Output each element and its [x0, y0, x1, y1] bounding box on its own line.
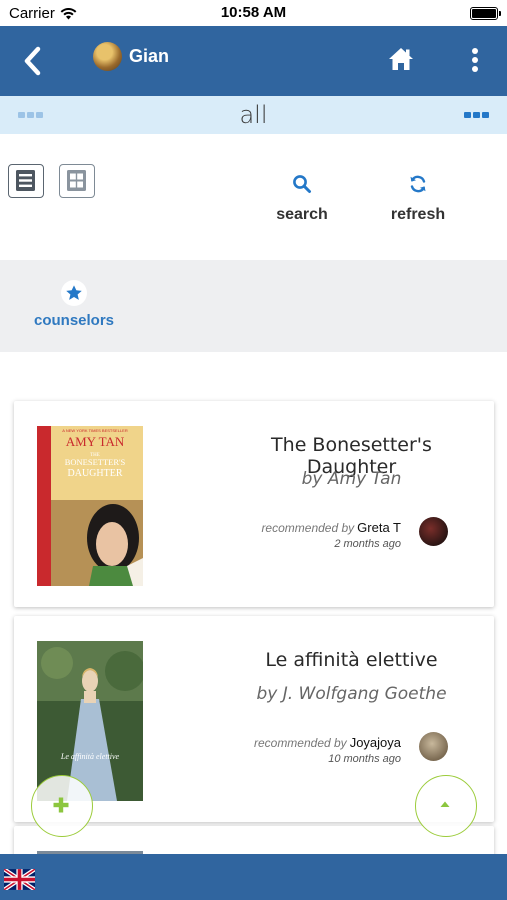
cover-text-title-2: DAUGHTER — [68, 468, 123, 479]
filter-more-icon[interactable] — [464, 112, 489, 118]
list-view-button[interactable] — [8, 164, 44, 198]
list-view-icon — [16, 170, 35, 191]
search-label: search — [276, 206, 328, 223]
uk-flag-icon — [2, 867, 37, 892]
recommender-name[interactable]: Greta T — [357, 520, 401, 535]
grid-view-button[interactable] — [59, 164, 95, 198]
refresh-label: refresh — [390, 206, 446, 223]
cover-text-title-1: BONESETTER'S — [65, 457, 126, 467]
recommendation-time: 2 months ago — [334, 538, 401, 550]
book-title[interactable]: Le affinità elettive — [229, 649, 474, 671]
toolbar: search refresh — [0, 134, 507, 260]
search-button[interactable]: search — [252, 174, 352, 224]
language-button[interactable] — [2, 867, 37, 892]
counselors-label: counselors — [33, 312, 115, 329]
recommender-name[interactable]: Joyajoya — [350, 735, 401, 750]
username: Gian — [129, 46, 170, 66]
recommendation: recommended by Joyajoya 10 months ago — [254, 735, 401, 765]
more-menu-button[interactable] — [467, 45, 483, 75]
bottom-bar — [0, 854, 507, 900]
filter-title[interactable]: all — [0, 101, 507, 129]
add-book-button[interactable] — [31, 775, 93, 837]
recommended-by-label: recommended by — [261, 521, 355, 535]
caret-up-icon — [440, 801, 449, 807]
book-card[interactable]: A NEW YORK TIMES BESTSELLER AMY TAN THE … — [14, 401, 494, 607]
refresh-icon — [410, 175, 426, 193]
chevron-left-icon — [24, 46, 41, 76]
back-button[interactable] — [18, 43, 48, 79]
cover-text-tagline: A NEW YORK TIMES BESTSELLER — [62, 428, 128, 433]
counselors-button[interactable]: counselors — [28, 280, 120, 329]
clock: 10:58 AM — [220, 4, 287, 21]
star-icon — [61, 280, 87, 306]
home-icon — [389, 48, 413, 70]
recommendation-time: 10 months ago — [328, 753, 401, 765]
book-author: by J. Wolfgang Goethe — [256, 684, 447, 704]
plus-icon — [53, 797, 68, 812]
scroll-to-top-button[interactable] — [415, 775, 477, 837]
book-author: by Amy Tan — [301, 469, 402, 489]
filter-bar: all — [0, 96, 507, 134]
recommender-avatar[interactable] — [419, 517, 448, 546]
counselors-panel: counselors — [0, 260, 507, 352]
battery-icon — [470, 7, 501, 20]
current-user[interactable]: Gian — [93, 42, 169, 71]
status-bar: Carrier 10:58 AM — [0, 0, 507, 26]
recommendation: recommended by Greta T 2 months ago — [261, 520, 401, 550]
app-header: Gian — [0, 26, 507, 96]
refresh-button[interactable]: refresh — [368, 174, 468, 224]
cover-text-title: Le affinità elettive — [60, 752, 120, 761]
recommender-avatar[interactable] — [419, 732, 448, 761]
user-avatar — [93, 42, 122, 71]
search-icon — [293, 175, 311, 193]
cover-text-author: AMY TAN — [66, 434, 125, 449]
home-button[interactable] — [387, 44, 415, 74]
grid-view-icon — [67, 170, 86, 191]
more-vertical-icon — [467, 45, 483, 72]
recommended-by-label: recommended by — [253, 736, 347, 750]
book-cover[interactable]: A NEW YORK TIMES BESTSELLER AMY TAN THE … — [37, 426, 143, 586]
